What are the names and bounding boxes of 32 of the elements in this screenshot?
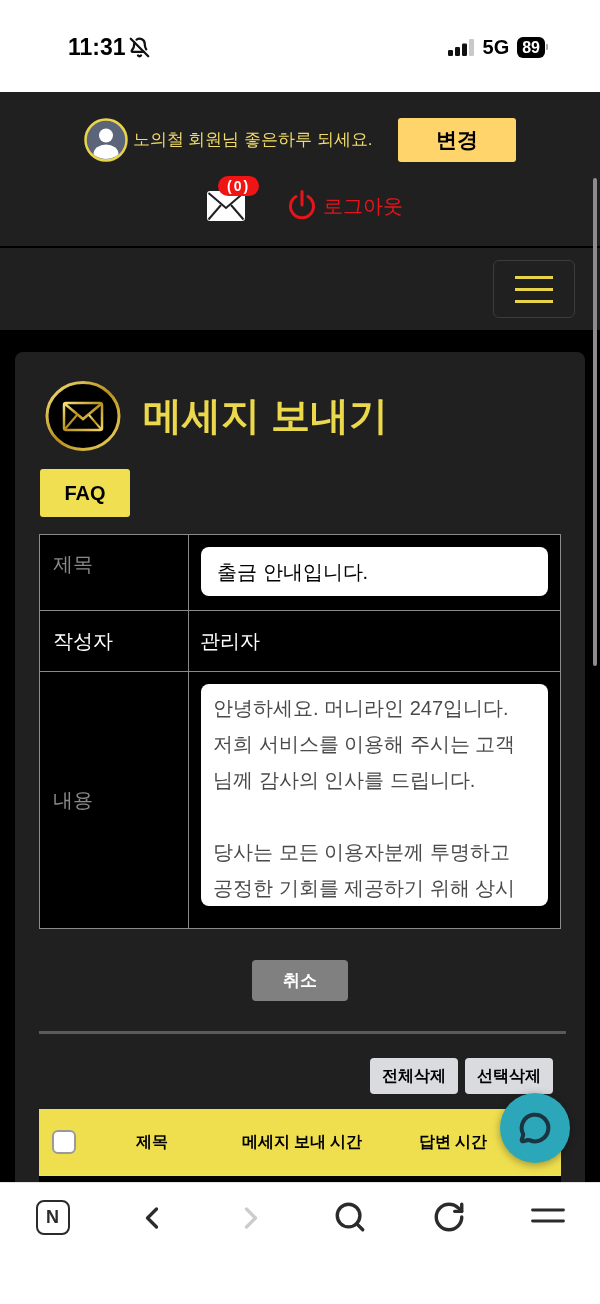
greeting-text: 노의철 회원님 좋은하루 되세요. (132, 129, 373, 152)
battery-percentage: 89 (517, 36, 545, 58)
chat-bubble-icon (519, 1112, 551, 1144)
column-header: 답변 시간 (419, 1133, 488, 1150)
bell-slash-icon (128, 36, 150, 58)
delete-button[interactable]: 선택삭제 (465, 1058, 553, 1094)
logout-button[interactable]: 로그아웃 (287, 190, 403, 221)
content-textarea[interactable]: 안녕하세요. 머니라인 247입니다. 저희 서비스를 이용해 주시는 고객 님께 감사의 인사를 드립니다. 당사는 모든 이용자분께 투명하고 공정한 기회를 제공하기 위해 상시 (201, 684, 548, 906)
column-header: 메세지 보내 시간 (241, 1133, 363, 1150)
label-cell: 작성자 (40, 611, 189, 671)
value-cell-text: 관리자 (199, 629, 261, 654)
envelope-emblem-icon (45, 381, 121, 451)
power-icon (287, 190, 317, 221)
select-all-checkbox[interactable] (52, 1130, 76, 1154)
faq-button[interactable]: FAQ (40, 469, 130, 517)
message-count-badge: (0) (218, 175, 260, 196)
label-cell: 제목 (40, 535, 189, 610)
menu-icon (515, 275, 553, 303)
avatar-icon (83, 118, 128, 162)
signal-icon (447, 38, 475, 56)
menu-button[interactable] (493, 260, 575, 318)
change-button[interactable]: 변경 (398, 118, 517, 162)
menu-icon[interactable] (530, 1208, 565, 1223)
cancel-button[interactable]: 취소 (252, 960, 348, 1001)
network-type: 5G (482, 35, 510, 59)
delete-button[interactable]: 전체삭제 (370, 1058, 458, 1094)
home-button[interactable]: N (35, 1200, 70, 1235)
column-header: 제목 (136, 1133, 168, 1150)
clock-time: 11:31 (68, 33, 126, 62)
label-cell: 내용 (40, 672, 189, 928)
title-input-field[interactable]: 출금 안내입니다. (201, 547, 548, 596)
page-title: 메세지 보내기 (143, 393, 388, 439)
